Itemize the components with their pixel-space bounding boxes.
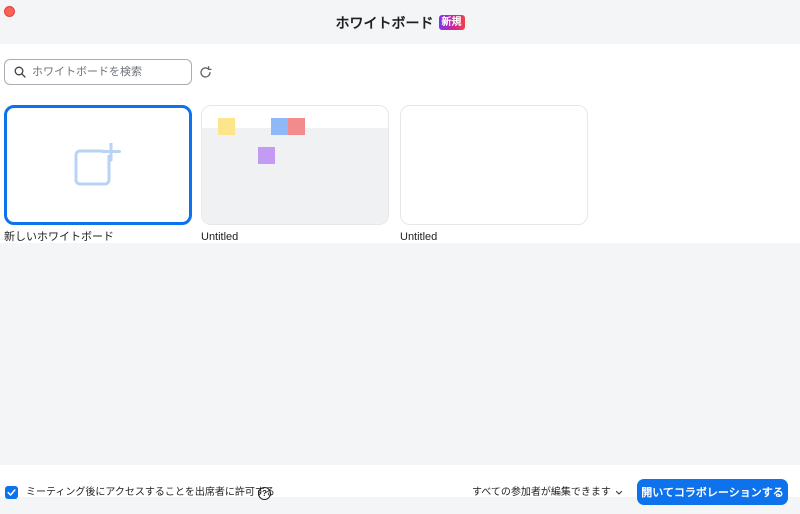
- title-bar: ホワイトボード 新規: [0, 0, 800, 44]
- search-box[interactable]: [4, 59, 192, 85]
- help-icon[interactable]: ?: [258, 487, 271, 500]
- sticky-note-red: [288, 118, 305, 135]
- permission-dropdown[interactable]: すべての参加者が編集できます: [472, 486, 623, 499]
- permission-selected: すべての参加者が編集できます: [472, 487, 611, 498]
- board-card[interactable]: Untitled: [201, 105, 389, 244]
- sticky-note-purple: [258, 147, 275, 164]
- allow-attendees-checkbox[interactable]: [5, 486, 18, 499]
- board-label: Untitled: [400, 231, 438, 243]
- board-label: 新しいホワイトボード: [4, 231, 114, 243]
- search-icon: [14, 66, 26, 78]
- search-input[interactable]: [32, 66, 182, 78]
- add-board-icon: [74, 143, 121, 186]
- check-icon: [7, 489, 16, 496]
- board-thumbnail-new[interactable]: [4, 105, 192, 225]
- refresh-button[interactable]: [197, 64, 213, 80]
- sticky-note-blue: [271, 118, 288, 135]
- new-badge: 新規: [438, 15, 465, 30]
- allow-attendees-label[interactable]: ミーティング後にアクセスすることを出席者に許可する: [26, 486, 275, 499]
- board-thumbnail[interactable]: [201, 105, 389, 225]
- board-preview-canvas: [202, 128, 388, 224]
- board-card[interactable]: Untitled: [400, 105, 588, 244]
- window-close-button[interactable]: [4, 6, 15, 17]
- sticky-note-yellow: [218, 118, 235, 135]
- board-list-background: [0, 243, 800, 465]
- window-title-group: ホワイトボード 新規: [336, 13, 465, 33]
- chevron-down-icon: [615, 490, 623, 495]
- refresh-icon: [199, 65, 212, 78]
- open-and-collaborate-button[interactable]: 開いてコラボレーションする: [637, 479, 788, 505]
- board-thumbnail[interactable]: [400, 105, 588, 225]
- board-card-new[interactable]: 新しいホワイトボード: [4, 105, 192, 244]
- window-title: ホワイトボード: [335, 14, 434, 31]
- board-label: Untitled: [201, 231, 239, 243]
